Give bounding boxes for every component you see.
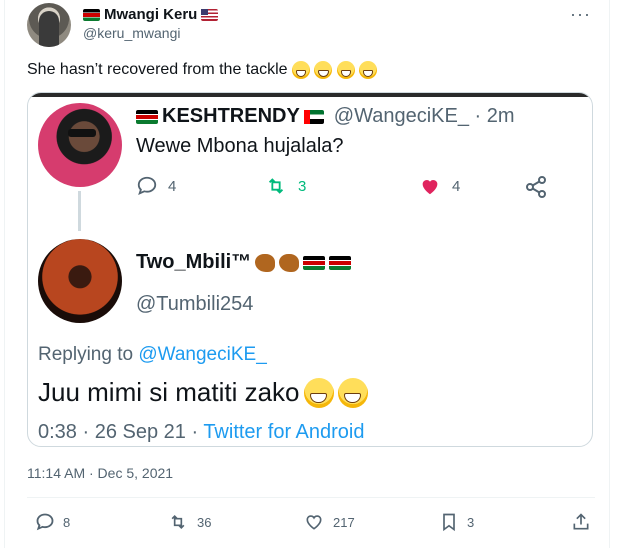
- embedded-retweet-stat: 3: [264, 175, 306, 197]
- divider: [27, 497, 595, 498]
- reply-button[interactable]: 8: [35, 512, 70, 532]
- kenya-flag-icon: [83, 8, 100, 21]
- squirrel-emoji-icon: [279, 253, 300, 272]
- thread-line: [78, 191, 81, 231]
- retweet-icon: [268, 178, 284, 194]
- kenya-flag-icon: [329, 255, 352, 270]
- joy-emoji-icon: [336, 61, 355, 79]
- replying-mention: @WangeciKE_: [138, 344, 267, 365]
- embedded-post2-meta: 0:38 · 26 Sep 21 · Twitter for Android: [38, 421, 365, 444]
- embedded-post1-header: KESHTRENDY @WangeciKE_ · 2m: [136, 105, 515, 128]
- embedded-post2-time: 0:38 · 26 Sep 21 ·: [38, 421, 204, 443]
- embedded-like-count: 4: [452, 177, 461, 195]
- retweet-icon: [171, 514, 185, 530]
- kenya-flag-icon: [136, 109, 158, 124]
- author-name-row[interactable]: Mwangi Keru: [83, 6, 219, 23]
- heart-icon: [306, 515, 322, 530]
- screenshot-top-bar: [28, 93, 592, 97]
- bookmark-count: 3: [467, 514, 475, 530]
- tweet-timestamp[interactable]: 11:14 AM · Dec 5, 2021: [27, 465, 173, 481]
- heart-filled-icon: [422, 180, 438, 195]
- replying-prefix: Replying to: [38, 344, 139, 365]
- tweet-card: Mwangi Keru @keru_mwangi ··· She hasn’t …: [4, 0, 610, 548]
- embedded-retweet-count: 3: [298, 177, 307, 195]
- embedded-avatar-2: [38, 239, 122, 323]
- embedded-post2-name: Two_Mbili™: [136, 251, 252, 273]
- us-flag-icon: [201, 8, 219, 21]
- like-button[interactable]: 217: [303, 512, 355, 532]
- embedded-post1-actions: 4 3 4: [136, 175, 556, 201]
- uae-flag-icon: [303, 109, 324, 124]
- embedded-replying-to: Replying to @WangeciKE_: [38, 344, 267, 366]
- tweet-actions: 8 36 217 3: [27, 512, 595, 536]
- author-handle[interactable]: @keru_mwangi: [83, 25, 180, 41]
- embedded-post2-header: Two_Mbili™: [136, 251, 352, 274]
- embedded-post2-via: Twitter for Android: [203, 421, 365, 443]
- squirrel-emoji-icon: [255, 253, 276, 272]
- grin-emoji-icon: [337, 377, 368, 408]
- embedded-share-stat: [524, 175, 548, 199]
- share-upload-icon: [573, 513, 589, 530]
- tweet-text-body: She hasn’t recovered from the tackle: [27, 61, 288, 79]
- share-icon: [526, 176, 546, 198]
- grin-emoji-icon: [303, 377, 334, 408]
- retweet-count: 36: [197, 514, 212, 530]
- reply-count: 8: [63, 514, 71, 530]
- joy-emoji-icon: [359, 61, 378, 79]
- kenya-flag-icon: [303, 255, 326, 270]
- embedded-screenshot[interactable]: KESHTRENDY @WangeciKE_ · 2m Wewe Mbona h…: [27, 92, 593, 447]
- embedded-post2-text-body: Juu mimi si matiti zako: [38, 377, 300, 407]
- embedded-reply-stat: 4: [136, 175, 176, 197]
- like-count: 217: [333, 514, 355, 530]
- tweet-text: She hasn’t recovered from the tackle: [27, 61, 378, 79]
- embedded-post1-name: KESHTRENDY: [162, 105, 300, 127]
- joy-emoji-icon: [292, 61, 311, 79]
- author-display-name[interactable]: Mwangi Keru: [104, 6, 197, 23]
- more-options-icon[interactable]: ···: [570, 4, 591, 25]
- embedded-like-stat: 4: [418, 175, 460, 197]
- bookmark-button[interactable]: 3: [439, 512, 474, 532]
- joy-emoji-icon: [314, 61, 333, 79]
- reply-icon: [36, 513, 54, 531]
- share-button[interactable]: [571, 512, 591, 532]
- embedded-post1-text: Wewe Mbona hujalala?: [136, 135, 344, 157]
- embedded-post1-handle: @WangeciKE_ · 2m: [333, 105, 515, 127]
- embedded-post2-text: Juu mimi si matiti zako: [38, 377, 368, 408]
- bookmark-icon: [443, 513, 455, 532]
- embedded-post2-handle: @Tumbili254: [136, 293, 254, 315]
- retweet-button[interactable]: 36: [167, 512, 211, 532]
- author-avatar[interactable]: [27, 3, 71, 47]
- reply-icon: [137, 176, 157, 195]
- embedded-avatar-1: [38, 103, 122, 187]
- embedded-reply-count: 4: [168, 177, 177, 195]
